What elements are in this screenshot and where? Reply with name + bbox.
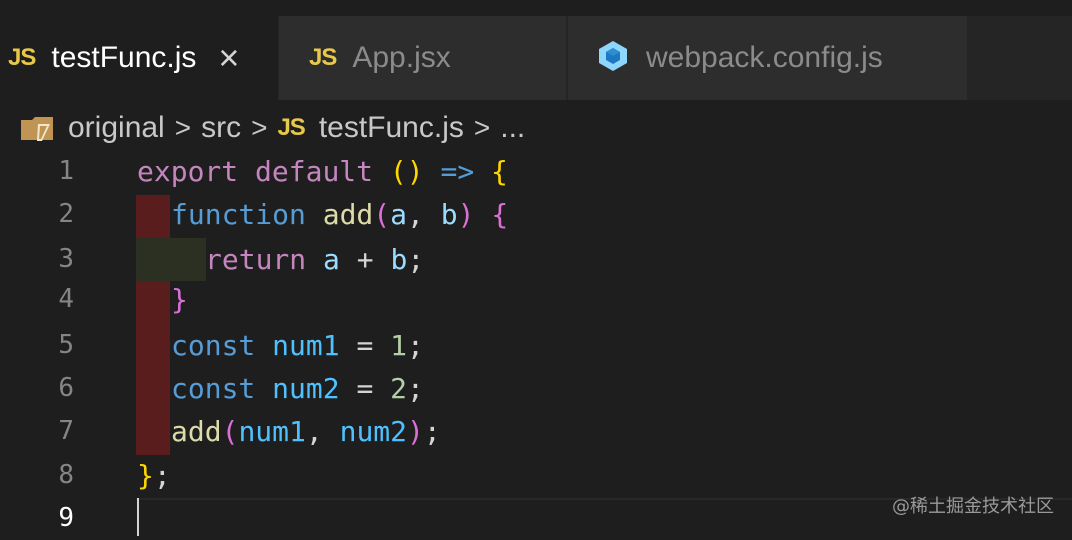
line-number: 5 xyxy=(58,330,74,360)
breadcrumb-separator: > xyxy=(473,112,491,143)
js-icon: JS xyxy=(277,114,305,141)
breadcrumb-item-original[interactable]: original xyxy=(68,111,165,145)
code-text: } xyxy=(171,283,188,316)
code-text: const num2 = 2; xyxy=(171,372,424,405)
line-number: 4 xyxy=(58,284,74,314)
line-number: 6 xyxy=(58,373,74,403)
tab-webpack-config[interactable]: webpack.config.js xyxy=(568,16,968,100)
breadcrumb-item-more[interactable]: ... xyxy=(500,111,525,145)
tab-label: App.jsx xyxy=(352,41,451,74)
code-text: const num1 = 1; xyxy=(171,329,424,362)
code-text: function add(a, b) { xyxy=(171,198,509,231)
code-text: return a + b; xyxy=(205,243,425,276)
tab-label: testFunc.js xyxy=(51,41,197,74)
breadcrumb: original > src > JS testFunc.js > ... xyxy=(0,100,1072,156)
tab-testfunc[interactable]: JS testFunc.js × xyxy=(0,16,278,100)
tab-bar: JS testFunc.js × JS App.jsx webpack.conf… xyxy=(0,16,1072,100)
watermark: @稀土掘金技术社区 xyxy=(892,496,1054,517)
code-editor[interactable]: 1 export default () => { 2 function add(… xyxy=(0,150,1072,536)
breadcrumb-item-src[interactable]: src xyxy=(201,111,241,145)
line-number: 7 xyxy=(58,416,74,446)
code-line: 6 const num2 = 2; xyxy=(0,367,1072,410)
code-text: add(num1, num2); xyxy=(171,415,441,448)
line-number: 9 xyxy=(58,503,74,533)
js-icon: JS xyxy=(309,44,337,71)
breadcrumb-item-file[interactable]: testFunc.js xyxy=(319,111,464,145)
code-line: 1 export default () => { xyxy=(0,150,1072,193)
line-number: 8 xyxy=(58,460,74,490)
folder-icon xyxy=(20,114,54,142)
tab-label: webpack.config.js xyxy=(646,41,883,74)
close-icon[interactable]: × xyxy=(218,40,239,76)
breadcrumb-separator: > xyxy=(174,112,192,143)
line-number: 3 xyxy=(58,244,74,274)
line-number: 2 xyxy=(58,199,74,229)
webpack-icon xyxy=(596,39,630,78)
code-line: 3 return a + b; xyxy=(0,238,1072,281)
code-text: }; xyxy=(137,459,171,492)
code-line: 5 const num1 = 1; xyxy=(0,324,1072,367)
line-number: 1 xyxy=(58,156,74,186)
window-top-strip xyxy=(0,0,1072,16)
code-line: 4 } xyxy=(0,278,1072,321)
tab-app[interactable]: JS App.jsx xyxy=(279,16,567,100)
code-line: 8 }; xyxy=(0,454,1072,497)
code-text: export default () => { xyxy=(137,155,508,188)
code-line: 2 function add(a, b) { xyxy=(0,193,1072,236)
js-icon: JS xyxy=(8,44,36,71)
code-line: 7 add(num1, num2); xyxy=(0,410,1072,453)
breadcrumb-separator: > xyxy=(251,112,268,143)
text-cursor xyxy=(137,498,139,536)
